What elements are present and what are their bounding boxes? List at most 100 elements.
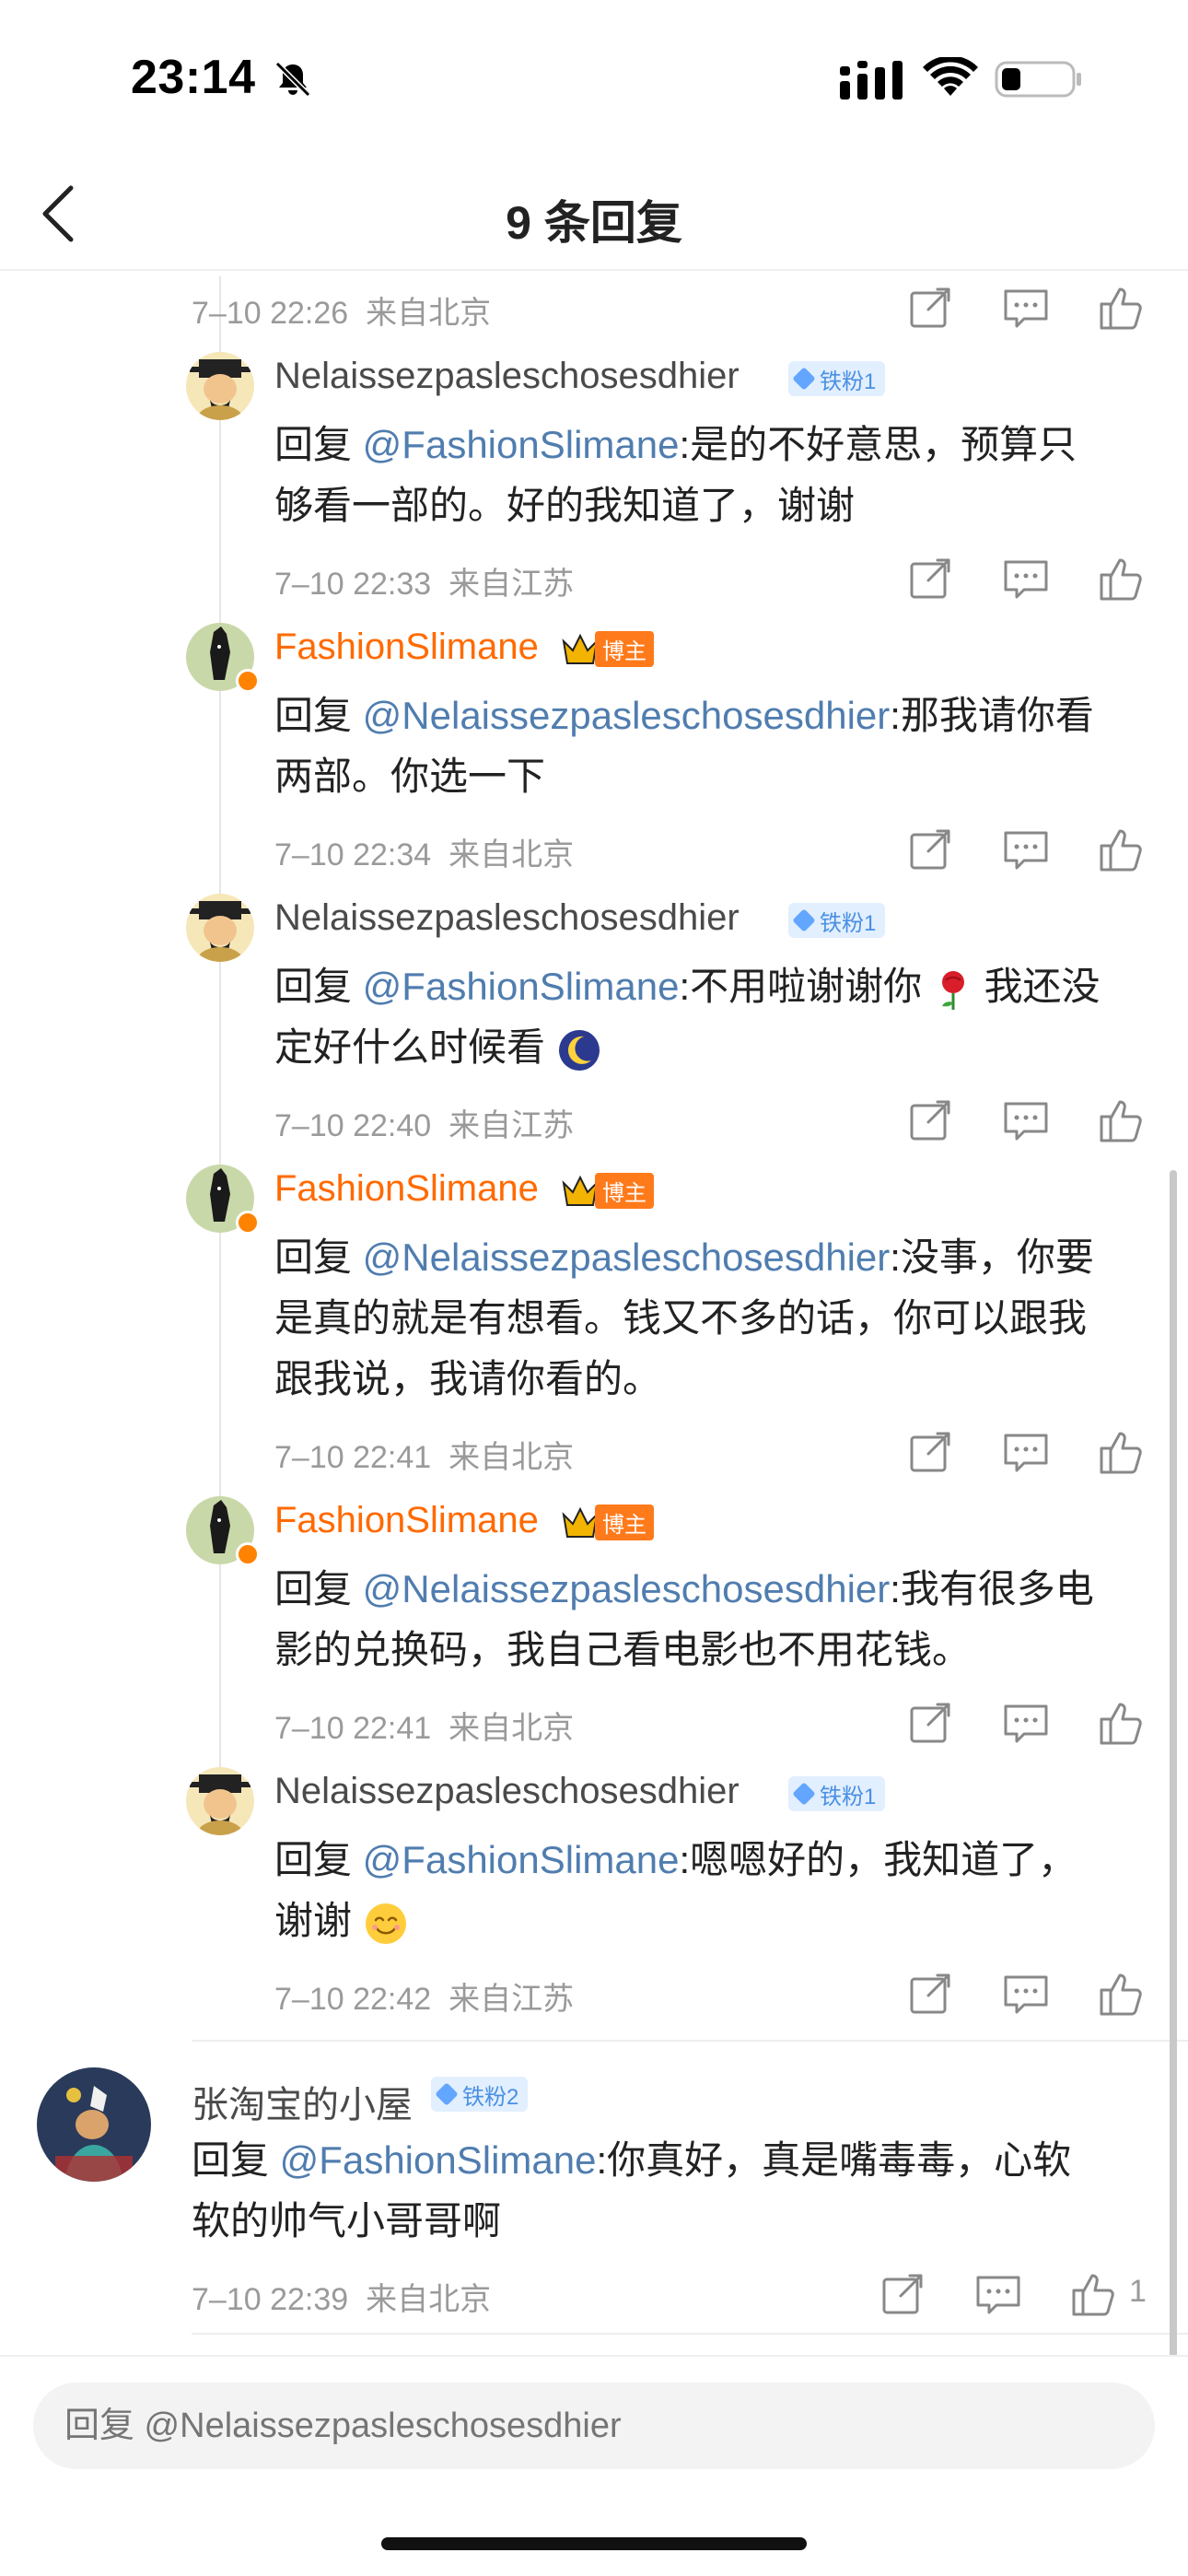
mention-link[interactable]: @Nelaissezpasleschosesdhier [363, 1235, 891, 1279]
avatar[interactable] [186, 894, 254, 962]
avatar[interactable] [186, 352, 254, 420]
share-icon[interactable] [904, 553, 956, 604]
scrollbar[interactable] [1170, 1170, 1177, 2359]
comment-icon[interactable] [1000, 1697, 1052, 1749]
page-title: 9 条回复 [506, 197, 682, 249]
thumbs-up-icon[interactable] [1096, 282, 1147, 334]
comment-location: 来自北京 [366, 2282, 492, 2317]
share-icon[interactable] [904, 282, 956, 334]
blogger-badge: 博主 [560, 630, 654, 667]
thumbs-up-icon[interactable] [1096, 1968, 1147, 2020]
reply-bar [0, 2355, 1188, 2576]
comment-time: 7–10 22:34 [274, 837, 432, 872]
comment-icon[interactable] [973, 2268, 1024, 2320]
username[interactable]: Nelaissezpasleschosesdhier [274, 897, 740, 939]
cellular-signal-icon [840, 61, 903, 100]
comment-meta: 7–10 22:42 来自江苏 [274, 1973, 574, 2019]
moon-emoji-icon [558, 1029, 600, 1071]
comment-meta: 7–10 22:41 来自北京 [274, 1703, 574, 1748]
comment-meta: 7–10 22:26 来自北京 [192, 287, 491, 333]
username[interactable]: FashionSlimane [274, 1168, 539, 1210]
divider [192, 2040, 1188, 2042]
comment-time: 7–10 22:42 [274, 1982, 432, 2017]
reply-text: 回复 @Nelaissezpasleschosesdhier:没事，你要 是真的… [274, 1235, 1094, 1400]
share-icon[interactable] [904, 1968, 956, 2020]
diamond-icon [792, 367, 816, 391]
mention-link[interactable]: @FashionSlimane [280, 2138, 597, 2182]
reply-text: 回复 @FashionSlimane:不用啦谢谢你 我还没 定好什么时候看 [274, 956, 1159, 1078]
comment-time: 7–10 22:41 [274, 1440, 432, 1475]
reply-text: 回复 @Nelaissezpasleschosesdhier:那我请你看 两部。… [274, 694, 1094, 798]
diamond-icon [792, 908, 816, 932]
mention-link[interactable]: @Nelaissezpasleschosesdhier [363, 694, 891, 737]
battery-icon [995, 61, 1081, 98]
comment-meta: 7–10 22:40 来自江苏 [274, 1100, 574, 1145]
reply-text: 回复 @Nelaissezpasleschosesdhier:我有很多电 影的兑… [274, 1567, 1094, 1671]
nav-bar: 9 条回复 [0, 157, 1188, 271]
status-bar: 23:14 [0, 0, 1188, 157]
username[interactable]: Nelaissezpasleschosesdhier [274, 356, 740, 397]
comment-location: 来自北京 [366, 296, 492, 331]
comment-time: 7–10 22:33 [274, 567, 432, 602]
verified-badge-icon [236, 1542, 260, 1566]
mention-link[interactable]: @FashionSlimane [363, 423, 680, 466]
comment-icon[interactable] [1000, 282, 1052, 334]
reply-input[interactable] [33, 2383, 1155, 2469]
comment-icon[interactable] [1000, 1426, 1052, 1478]
avatar[interactable] [37, 2067, 151, 2182]
rose-emoji-icon [941, 970, 964, 1010]
diamond-icon [435, 2082, 459, 2106]
comment-location: 来自北京 [448, 1440, 575, 1475]
comment-location: 来自北京 [448, 837, 575, 872]
share-icon[interactable] [904, 1697, 956, 1749]
share-icon[interactable] [904, 1095, 956, 1146]
comment-time: 7–10 22:40 [274, 1108, 432, 1143]
username[interactable]: Nelaissezpasleschosesdhier [274, 1771, 740, 1812]
blogger-badge: 博主 [560, 1172, 654, 1209]
comment-icon[interactable] [1000, 824, 1052, 875]
mention-link[interactable]: @Nelaissezpasleschosesdhier [363, 1567, 891, 1610]
reply-text: 回复 @FashionSlimane:你真好，真是嘴毒毒，心软 软的帅气小哥哥啊 [192, 2138, 1072, 2242]
share-icon[interactable] [877, 2268, 928, 2320]
home-indicator [381, 2537, 807, 2550]
username[interactable]: 张淘宝的小屋 [192, 2075, 413, 2128]
comment-meta: 7–10 22:41 来自北京 [274, 1432, 574, 1477]
thumbs-up-icon[interactable] [1096, 1426, 1147, 1478]
fan-badge: 铁粉1 [788, 361, 886, 396]
thumbs-up-icon[interactable] [1096, 553, 1147, 604]
comment-icon[interactable] [1000, 553, 1052, 604]
thumbs-up-icon[interactable] [1096, 1697, 1147, 1749]
comment-icon[interactable] [1000, 1095, 1052, 1146]
fan-badge: 铁粉1 [788, 1776, 886, 1811]
thumbs-up-icon[interactable] [1096, 824, 1147, 875]
comment-icon[interactable] [1000, 1968, 1052, 2020]
thumbs-up-icon[interactable] [1068, 2268, 1120, 2320]
diamond-icon [792, 1782, 816, 1806]
mention-link[interactable]: @FashionSlimane [363, 965, 680, 1008]
comment-meta: 7–10 22:39 来自北京 [192, 2274, 491, 2319]
username[interactable]: FashionSlimane [274, 1500, 539, 1541]
status-time: 23:14 [131, 51, 256, 104]
reply-text: 回复 @FashionSlimane:嗯嗯好的，我知道了， 谢谢 [274, 1830, 1159, 1951]
blogger-badge: 博主 [560, 1504, 654, 1540]
avatar[interactable] [186, 1767, 254, 1835]
like-count: 1 [1129, 2274, 1147, 2309]
comment-time: 7–10 22:41 [274, 1711, 432, 1746]
username[interactable]: FashionSlimane [274, 626, 539, 668]
divider [192, 2333, 1188, 2335]
smile-emoji-icon [365, 1903, 406, 1944]
reply-text: 回复 @FashionSlimane:是的不好意思，预算只 够看一部的。好的我知… [274, 423, 1077, 527]
wifi-icon [923, 57, 978, 96]
fan-badge: 铁粉1 [788, 903, 886, 938]
comment-meta: 7–10 22:33 来自江苏 [274, 558, 574, 603]
share-icon[interactable] [904, 1426, 956, 1478]
verified-badge-icon [236, 1211, 260, 1235]
comment-location: 来自江苏 [448, 1108, 575, 1143]
bell-off-icon [274, 61, 311, 98]
cartoon-scholar-avatar-icon [186, 1767, 254, 1835]
illustrated-figure-avatar-icon [37, 2067, 151, 2182]
fan-badge: 铁粉2 [431, 2077, 529, 2112]
mention-link[interactable]: @FashionSlimane [363, 1838, 680, 1881]
share-icon[interactable] [904, 824, 956, 875]
thumbs-up-icon[interactable] [1096, 1095, 1147, 1146]
